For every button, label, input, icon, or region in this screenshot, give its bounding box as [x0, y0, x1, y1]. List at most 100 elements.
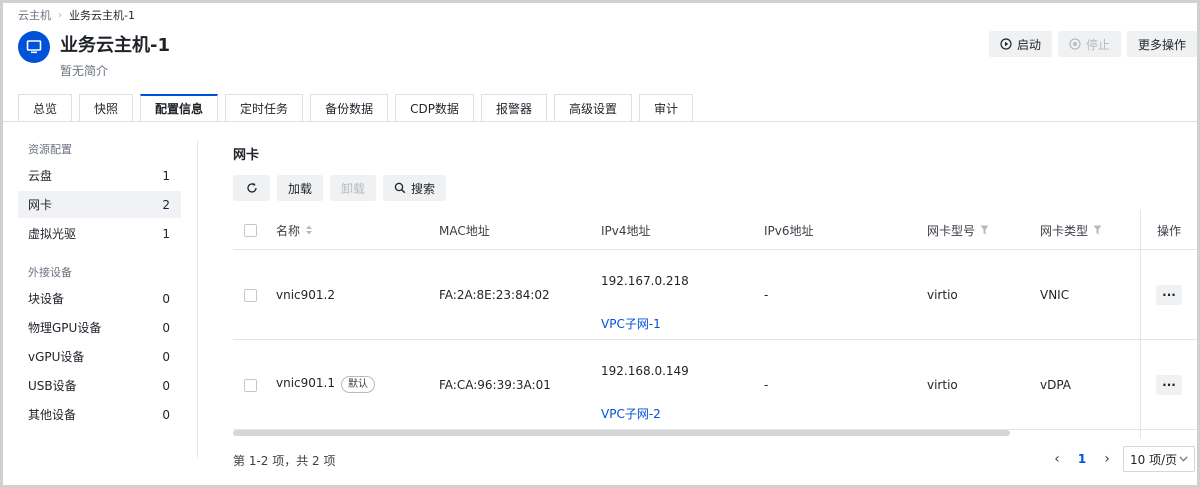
- stop-button[interactable]: 停止: [1057, 31, 1121, 57]
- nic-ipv6: -: [764, 378, 769, 392]
- page-size-select[interactable]: 10 项/页: [1123, 446, 1195, 472]
- detach-button[interactable]: 卸载: [330, 175, 377, 201]
- attach-button[interactable]: 加载: [277, 175, 324, 201]
- nic-mac: FA:CA:96:39:3A:01: [439, 378, 551, 392]
- side-item-label: USB设备: [28, 379, 77, 393]
- column-header-operations: 操作: [1157, 223, 1182, 238]
- select-all-checkbox[interactable]: [244, 224, 257, 237]
- stop-button-label: 停止: [1085, 37, 1110, 52]
- chevron-down-icon: [1179, 456, 1188, 462]
- prev-page-icon[interactable]: ‹: [1049, 446, 1065, 472]
- tab-cdp-data[interactable]: CDP数据: [395, 94, 474, 121]
- search-button-label: 搜索: [411, 181, 436, 196]
- refresh-button[interactable]: [233, 175, 270, 201]
- side-item-count: 0: [162, 349, 170, 364]
- side-item-label: 块设备: [28, 292, 65, 306]
- row-checkbox[interactable]: [244, 289, 257, 302]
- breadcrumb: 云主机 › 业务云主机-1: [18, 7, 135, 23]
- play-circle-icon: [1000, 38, 1012, 50]
- toolbar: 加载 卸载 搜索: [233, 175, 447, 201]
- side-group-external-devices: 外接设备: [28, 266, 72, 279]
- side-item-count: 1: [162, 168, 170, 183]
- page-title: 业务云主机-1: [60, 35, 170, 56]
- more-actions-label: 更多操作: [1137, 37, 1186, 52]
- side-item-label: 物理GPU设备: [28, 321, 102, 335]
- row-more-button[interactable]: ···: [1156, 375, 1182, 395]
- page-number[interactable]: 1: [1073, 446, 1091, 472]
- side-item-block-devices[interactable]: 块设备 0: [18, 285, 181, 312]
- column-header-mac: MAC地址: [439, 223, 490, 238]
- attach-button-label: 加载: [288, 181, 313, 196]
- stop-circle-icon: [1069, 38, 1081, 50]
- breadcrumb-current: 业务云主机-1: [69, 9, 135, 22]
- nic-ipv4: 192.168.0.149: [601, 364, 689, 378]
- tab-snapshots[interactable]: 快照: [79, 94, 134, 121]
- side-item-disks[interactable]: 云盘 1: [18, 162, 181, 189]
- nic-ipv6: -: [764, 288, 769, 302]
- breadcrumb-root[interactable]: 云主机: [18, 7, 51, 23]
- tab-configuration[interactable]: 配置信息: [140, 94, 219, 121]
- side-item-physical-gpu[interactable]: 物理GPU设备 0: [18, 314, 181, 341]
- nic-name: vnic901.1: [276, 376, 335, 390]
- header-actions: 启动 停止 更多操作: [988, 31, 1197, 57]
- tab-bar: 总览 快照 配置信息 定时任务 备份数据 CDP数据 报警器 高级设置 审计: [18, 94, 693, 121]
- side-item-nics[interactable]: 网卡 2: [18, 191, 181, 218]
- side-group-resources: 资源配置: [28, 143, 72, 156]
- tab-alarms[interactable]: 报警器: [480, 94, 547, 121]
- nic-name: vnic901.2: [276, 288, 335, 302]
- column-header-label: 名称: [276, 223, 301, 238]
- side-item-usb[interactable]: USB设备 0: [18, 372, 181, 399]
- more-actions-button[interactable]: 更多操作: [1126, 31, 1197, 57]
- more-icon: ···: [1162, 378, 1176, 392]
- next-page-icon[interactable]: ›: [1099, 446, 1115, 472]
- table-row: vnic901.2 FA:2A:8E:23:84:02 192.167.0.21…: [233, 250, 1197, 340]
- column-header-nic-type[interactable]: 网卡类型: [1040, 210, 1102, 250]
- nic-name-cell: vnic901.1 默认: [276, 376, 375, 393]
- tab-advanced-settings[interactable]: 高级设置: [553, 94, 632, 121]
- section-title: 网卡: [233, 148, 260, 163]
- sort-icon: [306, 225, 313, 235]
- nic-model: virtio: [927, 288, 958, 302]
- subnet-link[interactable]: VPC子网-2: [601, 405, 661, 422]
- horizontal-scrollbar[interactable]: [233, 430, 1010, 436]
- fixed-column-divider: [1140, 210, 1141, 438]
- nic-type: VNIC: [1040, 288, 1070, 302]
- side-menu: 资源配置 云盘 1 网卡 2 虚拟光驱 1 外接设备 块设备 0 物理GPU设备…: [18, 140, 181, 428]
- row-more-button[interactable]: ···: [1156, 285, 1182, 305]
- tab-overview[interactable]: 总览: [18, 94, 73, 121]
- side-item-label: 网卡: [28, 198, 53, 212]
- refresh-icon: [246, 182, 257, 193]
- column-header-name[interactable]: 名称: [276, 210, 313, 250]
- table-row: vnic901.1 默认 FA:CA:96:39:3A:01 192.168.0.…: [233, 340, 1197, 430]
- side-item-count: 0: [162, 407, 170, 422]
- column-header-nic-model[interactable]: 网卡型号: [927, 210, 989, 250]
- filter-icon: [1093, 225, 1102, 235]
- page-size-value: 10 项/页: [1130, 452, 1178, 467]
- search-button[interactable]: 搜索: [383, 175, 447, 201]
- table-header: 名称 MAC地址 IPv4地址 IPv6地址 网卡型号 网卡类型 操作: [233, 210, 1197, 250]
- row-checkbox[interactable]: [244, 379, 257, 392]
- tab-backup-data[interactable]: 备份数据: [310, 94, 389, 121]
- detach-button-label: 卸载: [341, 181, 366, 196]
- side-item-vgpu[interactable]: vGPU设备 0: [18, 343, 181, 370]
- side-item-count: 1: [162, 226, 170, 241]
- side-item-other-devices[interactable]: 其他设备 0: [18, 401, 181, 428]
- column-header-ipv6: IPv6地址: [764, 223, 814, 238]
- tab-scheduled-tasks[interactable]: 定时任务: [225, 94, 304, 121]
- nic-ipv4: 192.167.0.218: [601, 274, 689, 288]
- monitor-icon: [18, 31, 50, 63]
- more-icon: ···: [1162, 288, 1176, 302]
- side-item-virtual-cdrom[interactable]: 虚拟光驱 1: [18, 220, 181, 247]
- tab-audit[interactable]: 审计: [638, 94, 693, 121]
- side-item-count: 2: [162, 197, 170, 212]
- subnet-link[interactable]: VPC子网-1: [601, 315, 661, 332]
- column-header-label: 网卡型号: [927, 223, 976, 238]
- nic-model: virtio: [927, 378, 958, 392]
- side-item-label: vGPU设备: [28, 350, 85, 364]
- pagination-total: 第 1-2 项，共 2 项: [233, 454, 336, 468]
- side-item-count: 0: [162, 378, 170, 393]
- filter-icon: [980, 225, 989, 235]
- start-button[interactable]: 启动: [988, 31, 1052, 57]
- column-header-ipv4: IPv4地址: [601, 223, 651, 238]
- default-tag: 默认: [341, 376, 375, 393]
